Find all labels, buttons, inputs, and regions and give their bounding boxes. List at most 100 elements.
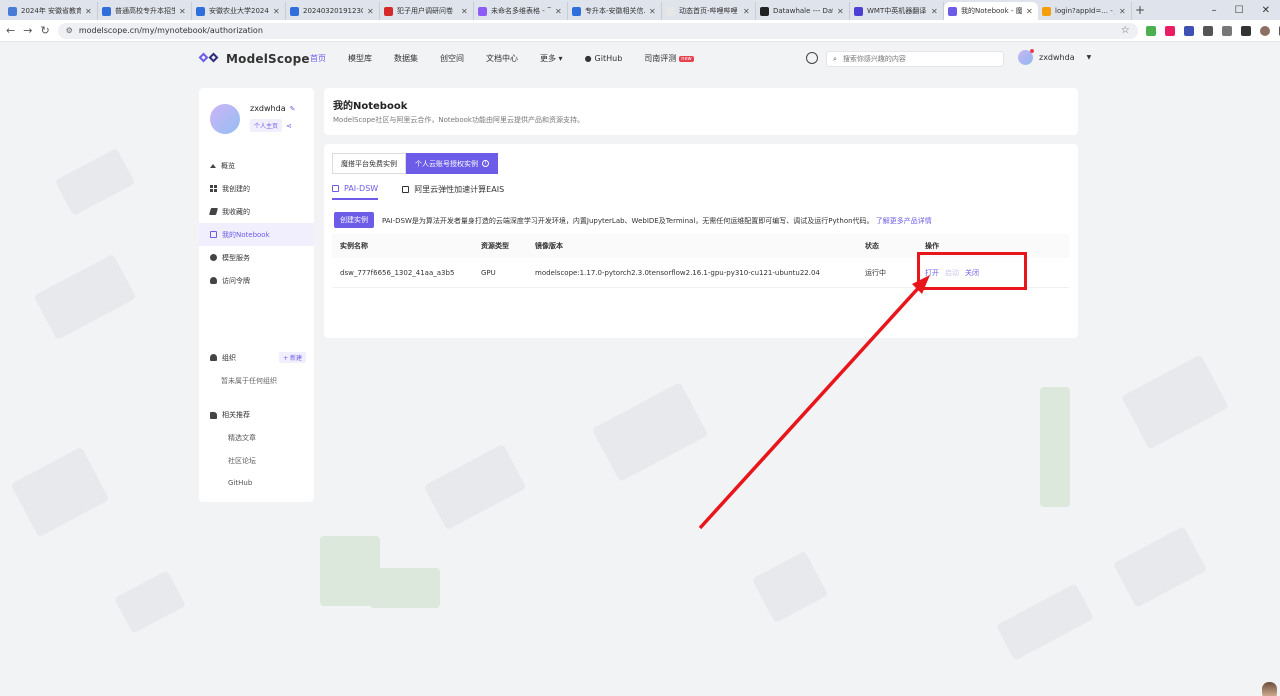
sidebar-item[interactable]: 访问令牌 — [199, 269, 314, 292]
browser-tab-label: 犯子用户调研问卷 — [397, 7, 453, 15]
browser-tab[interactable]: 未命名多维表格 - 飞书 ✕ — [474, 2, 568, 20]
nav-item-label: 司南评测 — [644, 54, 677, 63]
back-icon[interactable]: ← — [6, 24, 15, 37]
close-icon[interactable]: ✕ — [179, 7, 187, 16]
nav-item-label: 首页 — [310, 54, 326, 63]
share-icon[interactable]: ⋖ — [286, 122, 292, 130]
new-tab-button[interactable]: + — [1132, 3, 1148, 17]
learn-more-link[interactable]: 了解更多产品详情 — [876, 217, 932, 225]
rec-link-forum[interactable]: 社区论坛 — [228, 456, 256, 466]
site-info-icon[interactable]: ⚙ — [66, 26, 73, 35]
browser-tab[interactable]: 安徽农业大学2024年... ✕ — [192, 2, 286, 20]
tab-pai-dsw[interactable]: PAI-DSW — [332, 184, 379, 200]
nav-item[interactable]: 模型库 — [348, 53, 372, 64]
token-icon — [210, 277, 217, 284]
create-instance-button[interactable]: 创建实例 — [334, 212, 374, 228]
sidebar-item[interactable]: 我创建的 — [199, 177, 314, 200]
browser-tab[interactable]: WMT中英机器翻译... ✕ — [850, 2, 944, 20]
personal-account-tab[interactable]: 个人云账号授权实例 i — [406, 153, 498, 174]
rec-link-github[interactable]: GitHub — [228, 479, 252, 487]
profile-username: zxdwhda — [250, 104, 286, 113]
browser-tab[interactable]: 动态首页-哔哩哔哩 ✕ — [662, 2, 756, 20]
browser-tab[interactable]: login?appId=... - Jup... ✕ — [1038, 2, 1132, 20]
puzzle-icon[interactable] — [1202, 25, 1213, 36]
close-icon[interactable]: ✕ — [649, 7, 657, 16]
close-icon[interactable]: ✕ — [85, 7, 93, 16]
extension-icon[interactable] — [1145, 25, 1156, 36]
nav-item[interactable]: 文档中心 — [486, 53, 518, 64]
nav-item[interactable]: ● GitHub — [585, 53, 623, 64]
tab-pai-dsw-label: PAI-DSW — [344, 184, 379, 193]
close-icon[interactable]: ✕ — [837, 7, 845, 16]
forward-icon[interactable]: → — [23, 24, 32, 37]
sidebar-menu: 概览 我创建的 我收藏的我的Notebook 模型服务 访问令牌 — [199, 154, 314, 292]
browser-tab[interactable]: 专升本-安徽相关信... ✕ — [568, 2, 662, 20]
tab-eais[interactable]: 阿里云弹性加速计算EAIS — [402, 184, 504, 200]
info-icon[interactable]: i — [482, 160, 489, 167]
sidebar-item-label: 我的Notebook — [222, 230, 270, 239]
title-panel: 我的Notebook ModelScope社区与阿里云合作，Notebook功能… — [324, 88, 1078, 135]
favicon-icon — [196, 6, 205, 16]
new-org-button[interactable]: + 新建 — [279, 352, 306, 363]
col-header-image: 镜像版本 — [535, 242, 563, 250]
profile-avatar[interactable] — [210, 104, 240, 134]
col-header-status: 状态 — [865, 242, 879, 250]
user-menu[interactable]: zxdwhda ▼ — [1018, 49, 1092, 65]
maximize-icon[interactable]: ☐ — [1235, 5, 1244, 16]
close-icon[interactable]: ✕ — [1026, 7, 1034, 16]
bookmark-star-icon[interactable]: ☆ — [1121, 25, 1130, 36]
close-icon[interactable]: ✕ — [461, 7, 469, 16]
search-input[interactable] — [842, 55, 993, 63]
sidebar-item[interactable]: 我的Notebook — [199, 223, 314, 246]
browser-tab-label: WMT中英机器翻译... — [867, 7, 927, 15]
modelscope-logo[interactable]: ModelScope — [198, 52, 310, 66]
col-header-name: 实例名称 — [340, 242, 368, 250]
floating-assistant-avatar[interactable] — [1262, 682, 1277, 696]
browser-tab-bar: 2024年 安徽省教育招...✕普通高校专升本招生...✕安徽农业大学2024年… — [0, 0, 1280, 20]
recommend-label: 相关推荐 — [222, 411, 250, 419]
browser-tab[interactable]: 20240320191230 2... ✕ — [286, 2, 380, 20]
globe-icon[interactable] — [806, 52, 818, 64]
nav-item[interactable]: 创空间 — [440, 53, 464, 64]
nav-item[interactable]: 司南评测 new — [644, 53, 694, 64]
nav-item[interactable]: 首页 — [310, 53, 326, 64]
free-instance-tab[interactable]: 魔搭平台免费实例 — [332, 153, 406, 174]
download-icon[interactable] — [1240, 25, 1251, 36]
split-icon[interactable] — [1221, 25, 1232, 36]
browser-tab[interactable]: 犯子用户调研问卷 ✕ — [380, 2, 474, 20]
nav-item[interactable]: 更多 ▾ — [540, 53, 563, 64]
avatar[interactable] — [1018, 49, 1034, 65]
chevron-down-icon[interactable]: ▼ — [1087, 54, 1092, 61]
personal-home-button[interactable]: 个人主页 — [250, 119, 283, 132]
instance-image: modelscope:1.17.0-pytorch2.3.0tensorflow… — [535, 268, 820, 277]
search-box[interactable]: ⌕ — [826, 51, 1004, 67]
reload-icon[interactable]: ↻ — [40, 24, 49, 37]
url-text[interactable]: modelscope.cn/my/mynotebook/authorizatio… — [79, 26, 1115, 35]
product-tabs: PAI-DSW 阿里云弹性加速计算EAIS — [332, 184, 504, 200]
browser-tab[interactable]: 我的Notebook - 魔搭... ✕ — [944, 2, 1038, 20]
instance-type-switch: 魔搭平台免费实例 个人云账号授权实例 i — [332, 153, 498, 174]
extension-icon[interactable] — [1183, 25, 1194, 36]
extension-icon[interactable] — [1164, 25, 1175, 36]
browser-tab[interactable]: 2024年 安徽省教育招... ✕ — [4, 2, 98, 20]
sidebar-item[interactable]: 模型服务 — [199, 246, 314, 269]
home-icon — [210, 163, 216, 168]
sidebar-item[interactable]: 我收藏的 — [199, 200, 314, 223]
url-input[interactable]: ⚙ modelscope.cn/my/mynotebook/authorizat… — [57, 22, 1138, 39]
close-icon[interactable]: ✕ — [555, 7, 563, 16]
minimize-icon[interactable]: – — [1212, 5, 1217, 16]
browser-tab[interactable]: 普通高校专升本招生... ✕ — [98, 2, 192, 20]
close-icon[interactable]: ✕ — [273, 7, 281, 16]
edit-icon[interactable]: ✎ — [290, 105, 296, 113]
close-icon[interactable]: ✕ — [931, 7, 939, 16]
profile-icon[interactable] — [1259, 25, 1270, 36]
close-window-icon[interactable]: ✕ — [1262, 5, 1270, 16]
close-icon[interactable]: ✕ — [367, 7, 375, 16]
browser-tab[interactable]: Datawhale --- Data... ✕ — [756, 2, 850, 20]
rec-link-articles[interactable]: 精选文章 — [228, 433, 256, 443]
nav-item[interactable]: 数据集 — [394, 53, 418, 64]
close-icon[interactable]: ✕ — [1119, 7, 1127, 16]
close-icon[interactable]: ✕ — [743, 7, 751, 16]
header-username[interactable]: zxdwhda — [1039, 53, 1075, 62]
sidebar-item[interactable]: 概览 — [199, 154, 314, 177]
